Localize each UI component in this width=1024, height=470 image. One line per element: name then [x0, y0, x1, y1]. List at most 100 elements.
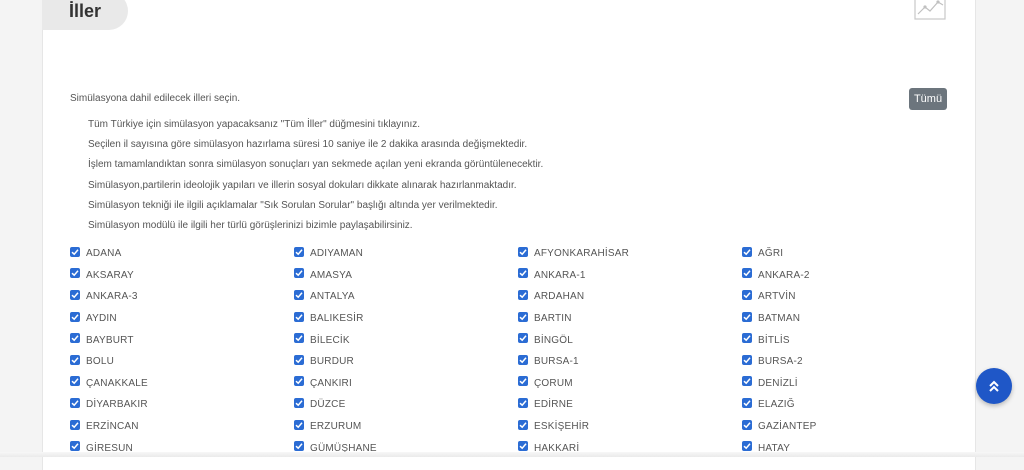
province-checkbox-item[interactable]: ÇANAKKALE — [70, 373, 294, 395]
province-checkbox-item[interactable]: BİLECİK — [294, 329, 518, 351]
province-checkbox-item[interactable]: BURSA-1 — [518, 351, 742, 373]
chart-line-icon[interactable] — [914, 0, 946, 20]
province-checkbox[interactable] — [70, 311, 80, 322]
province-checkbox[interactable] — [70, 354, 80, 365]
province-checkbox[interactable] — [294, 289, 304, 300]
province-label: ARTVİN — [758, 291, 796, 303]
check-icon — [295, 335, 303, 342]
province-checkbox-item[interactable]: EDİRNE — [518, 394, 742, 416]
province-checkbox-item[interactable]: ÇORUM — [518, 373, 742, 395]
province-checkbox-item[interactable]: BAYBURT — [70, 329, 294, 351]
province-checkbox[interactable] — [70, 419, 80, 430]
province-checkbox-item[interactable]: ARTVİN — [742, 286, 966, 308]
province-checkbox-item[interactable]: BATMAN — [742, 308, 966, 330]
province-checkbox-item[interactable]: ERZİNCAN — [70, 416, 294, 438]
province-checkbox[interactable] — [742, 311, 752, 322]
check-icon — [743, 378, 751, 385]
province-checkbox[interactable] — [742, 397, 752, 408]
province-checkbox-item[interactable]: ESKİŞEHİR — [518, 416, 742, 438]
province-label: DENİZLİ — [758, 377, 798, 389]
province-checkbox-item[interactable]: ANKARA-3 — [70, 286, 294, 308]
province-checkbox-item[interactable]: BİTLİS — [742, 329, 966, 351]
province-checkbox[interactable] — [518, 376, 528, 387]
province-checkbox[interactable] — [294, 311, 304, 322]
province-checkbox-item[interactable]: ADANA — [70, 243, 294, 265]
province-checkbox-item[interactable]: BİNGÖL — [518, 329, 742, 351]
province-label: AĞRI — [758, 248, 784, 260]
province-checkbox[interactable] — [518, 246, 528, 257]
province-checkbox[interactable] — [294, 268, 304, 279]
check-icon — [71, 335, 79, 342]
province-checkbox-item[interactable]: ERZURUM — [294, 416, 518, 438]
province-checkbox-item[interactable]: ANKARA-2 — [742, 265, 966, 287]
province-checkbox[interactable] — [742, 376, 752, 387]
province-checkbox-item[interactable]: ANKARA-1 — [518, 265, 742, 287]
province-checkbox[interactable] — [518, 289, 528, 300]
province-checkbox[interactable] — [294, 333, 304, 344]
scroll-top-button[interactable] — [976, 368, 1012, 404]
province-label: ESKİŞEHİR — [534, 421, 590, 433]
province-checkbox[interactable] — [294, 246, 304, 257]
province-checkbox[interactable] — [294, 441, 304, 452]
province-checkbox-item[interactable]: BURSA-2 — [742, 351, 966, 373]
select-all-button[interactable]: Tümü — [909, 88, 947, 110]
province-checkbox[interactable] — [518, 311, 528, 322]
province-label: AKSARAY — [86, 269, 134, 281]
province-checkbox[interactable] — [70, 289, 80, 300]
province-checkbox[interactable] — [70, 246, 80, 257]
province-checkbox[interactable] — [518, 397, 528, 408]
province-checkbox[interactable] — [742, 246, 752, 257]
province-checkbox-item[interactable]: BURDUR — [294, 351, 518, 373]
province-checkbox[interactable] — [742, 289, 752, 300]
province-checkbox[interactable] — [742, 419, 752, 430]
province-checkbox-item[interactable]: AMASYA — [294, 265, 518, 287]
check-icon — [743, 357, 751, 364]
section-title-pill: İller — [42, 0, 128, 30]
province-checkbox[interactable] — [518, 268, 528, 279]
province-checkbox[interactable] — [294, 419, 304, 430]
province-label: ERZİNCAN — [86, 421, 139, 433]
province-checkbox-item[interactable]: AFYONKARAHİSAR — [518, 243, 742, 265]
province-label: DİYARBAKIR — [86, 399, 148, 411]
check-icon — [519, 378, 527, 385]
province-checkbox[interactable] — [70, 268, 80, 279]
province-checkbox[interactable] — [518, 419, 528, 430]
province-checkbox-item[interactable]: DENİZLİ — [742, 373, 966, 395]
province-checkbox-item[interactable]: ANTALYA — [294, 286, 518, 308]
province-checkbox[interactable] — [742, 441, 752, 452]
province-checkbox-item[interactable]: BALIKESİR — [294, 308, 518, 330]
check-icon — [743, 421, 751, 428]
check-icon — [295, 421, 303, 428]
check-icon — [295, 270, 303, 277]
province-checkbox-item[interactable]: BARTIN — [518, 308, 742, 330]
province-checkbox[interactable] — [294, 354, 304, 365]
province-checkbox[interactable] — [70, 333, 80, 344]
province-checkbox[interactable] — [70, 376, 80, 387]
province-checkbox-item[interactable]: ELAZIĞ — [742, 394, 966, 416]
province-checkbox[interactable] — [70, 441, 80, 452]
page-bottom-edge — [0, 452, 1024, 457]
province-checkbox[interactable] — [518, 333, 528, 344]
province-checkbox-item[interactable]: AKSARAY — [70, 265, 294, 287]
province-label: BİNGÖL — [534, 334, 573, 346]
province-checkbox[interactable] — [742, 268, 752, 279]
province-checkbox[interactable] — [518, 441, 528, 452]
province-checkbox[interactable] — [518, 354, 528, 365]
province-checkbox[interactable] — [294, 397, 304, 408]
province-checkbox-item[interactable]: ARDAHAN — [518, 286, 742, 308]
province-checkbox-item[interactable]: ADIYAMAN — [294, 243, 518, 265]
check-icon — [71, 313, 79, 320]
province-checkbox-item[interactable]: AYDIN — [70, 308, 294, 330]
province-checkbox[interactable] — [70, 397, 80, 408]
province-checkbox-item[interactable]: BOLU — [70, 351, 294, 373]
province-checkbox-item[interactable]: AĞRI — [742, 243, 966, 265]
province-checkbox-item[interactable]: DİYARBAKIR — [70, 394, 294, 416]
info-note: Seçilen il sayısına göre simülasyon hazı… — [88, 139, 528, 151]
province-checkbox[interactable] — [742, 333, 752, 344]
province-checkbox[interactable] — [294, 376, 304, 387]
province-checkbox[interactable] — [742, 354, 752, 365]
check-icon — [743, 400, 751, 407]
province-checkbox-item[interactable]: GAZİANTEP — [742, 416, 966, 438]
province-checkbox-item[interactable]: DÜZCE — [294, 394, 518, 416]
province-checkbox-item[interactable]: ÇANKIRI — [294, 373, 518, 395]
